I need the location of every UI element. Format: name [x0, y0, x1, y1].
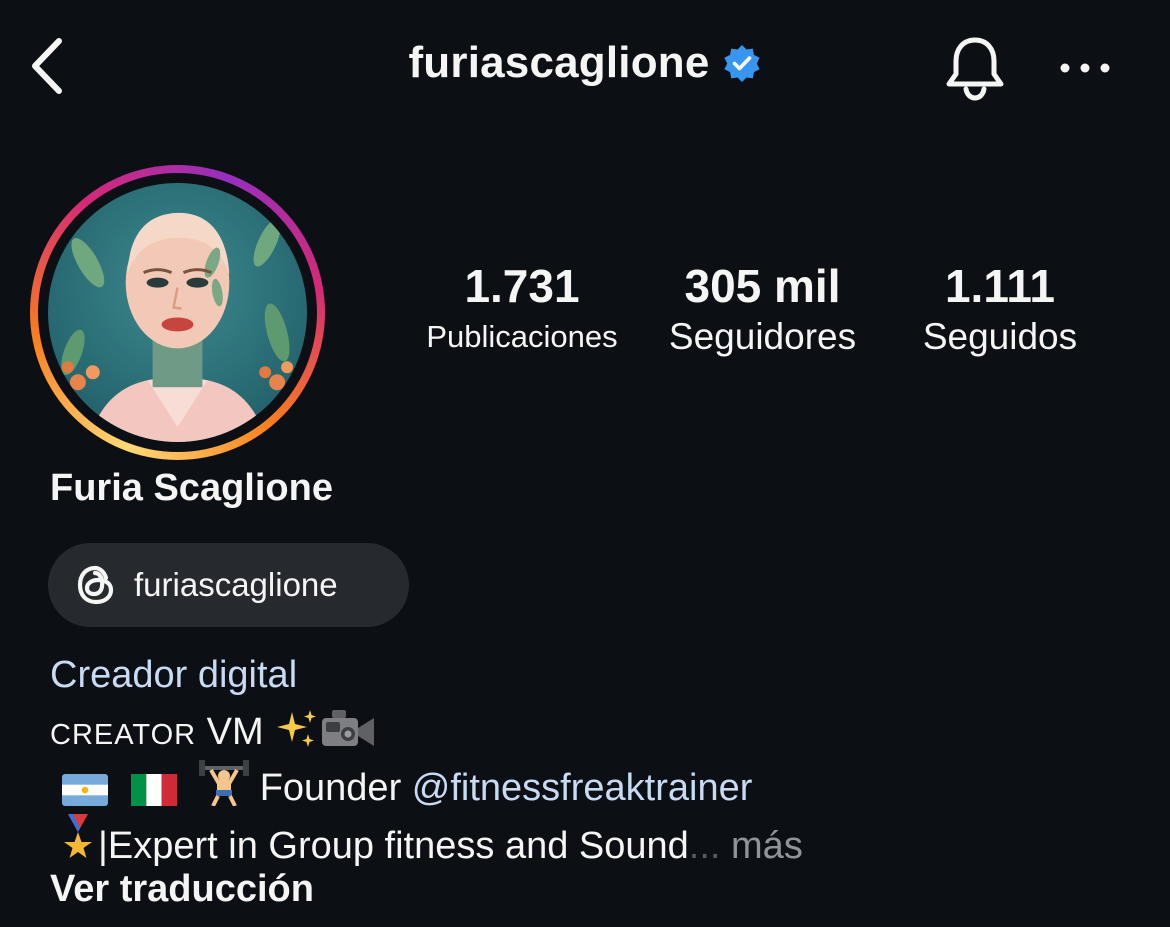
bio-more-button[interactable]: más	[720, 825, 803, 867]
notifications-button[interactable]	[940, 30, 1010, 105]
profile-avatar-story-ring[interactable]	[30, 165, 325, 460]
threads-profile-link[interactable]: furiascaglione	[48, 543, 409, 627]
profile-screen: furiascaglione 1.731 Publicaciones 305 m…	[0, 0, 1170, 927]
bio-line-creator: CREATOR VM	[50, 706, 376, 760]
profile-category: Creador digital	[50, 654, 298, 696]
threads-logo-icon	[77, 565, 114, 605]
followers-count-label: Seguidores	[668, 316, 857, 357]
username-title: furiascaglione	[408, 38, 710, 87]
bio-expert-text: |Expert in Group fitness and Sound	[98, 825, 689, 867]
military-medal-icon	[58, 814, 98, 874]
threads-handle: furiascaglione	[134, 566, 338, 603]
following-count-label: Seguidos	[922, 316, 1078, 357]
sparkles-icon	[274, 710, 320, 760]
fitnessfreaktrainer-mention-link[interactable]: @fitnessfreaktrainer	[412, 767, 753, 809]
bio-line-founder: Founder @fitnessfreaktrainer	[62, 760, 752, 816]
bio-creator-text: VM	[196, 711, 275, 753]
bio-truncation-ellipsis: ...	[688, 825, 721, 867]
bell-icon	[946, 37, 1004, 101]
bio-founder-text: Founder	[259, 767, 412, 809]
verified-badge-icon	[722, 43, 762, 83]
more-options-button[interactable]	[1050, 40, 1120, 96]
video-camera-icon	[320, 706, 376, 760]
following-count-value: 1.111	[944, 260, 1056, 312]
see-translation-button[interactable]: Ver traducción	[50, 868, 314, 911]
argentina-flag-icon	[62, 773, 108, 816]
followers-count[interactable]: 305 mil Seguidores	[650, 258, 875, 359]
following-count[interactable]: 1.111 Seguidos	[900, 258, 1100, 359]
posts-count-label: Publicaciones	[426, 319, 618, 354]
italy-flag-icon	[130, 773, 177, 816]
display-name: Furia Scaglione	[50, 467, 333, 509]
posts-count[interactable]: 1.731 Publicaciones	[414, 258, 630, 359]
more-horizontal-icon	[1060, 63, 1110, 73]
weightlifter-icon	[199, 760, 250, 816]
avatar	[48, 183, 307, 442]
bio-creator-smallcaps: CREATOR	[50, 719, 197, 751]
bio-line-expert: |Expert in Group fitness and Sound... má…	[58, 814, 803, 874]
followers-count-value: 305 mil	[684, 260, 841, 312]
posts-count-value: 1.731	[464, 260, 580, 312]
